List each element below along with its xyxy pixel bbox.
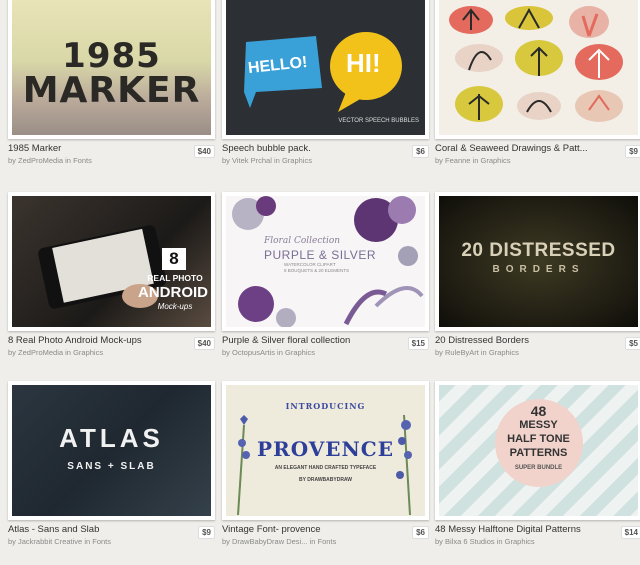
author-link[interactable]: RuleByArt (445, 348, 479, 357)
category-link[interactable]: Graphics (480, 156, 510, 165)
category-link[interactable]: Graphics (285, 348, 315, 357)
art-text: 8 (162, 248, 186, 270)
art-text: Floral Collection (264, 236, 341, 246)
art-text: 20 DISTRESSED (461, 240, 616, 261)
product-title[interactable]: Vintage Font- provence (222, 524, 321, 535)
art-text: INTRODUCING (285, 401, 366, 411)
by-prefix: by (8, 156, 19, 165)
price-badge: $40 (193, 337, 215, 350)
product-thumbnail[interactable]: INTRODUCING PROVENCE AN ELEGANT HAND CRA… (222, 381, 429, 520)
art-text: 5 BOUQUETS & 20 ELEMENTS (284, 268, 350, 273)
art-text: ANDROID (138, 284, 208, 301)
art-text: AN ELEGANT HAND CRAFTED TYPEFACE (274, 465, 377, 471)
art-text: 48 (530, 403, 547, 419)
product-meta: by ZedProMedia in Graphics (8, 348, 104, 357)
product-thumbnail[interactable]: Floral Collection PURPLE & SILVER WATERC… (222, 192, 429, 331)
author-link[interactable]: Vitek Prchal (232, 156, 272, 165)
category-link[interactable]: Fonts (73, 156, 92, 165)
art-text: REAL PHOTO (147, 273, 203, 283)
category-link[interactable]: Graphics (73, 348, 103, 357)
art-text: SUPER BUNDLE (514, 465, 563, 471)
product-title[interactable]: Atlas - Sans and Slab (8, 524, 99, 535)
product-title[interactable]: 48 Messy Halftone Digital Patterns (435, 524, 581, 535)
author-link[interactable]: Jackrabbit Creative (18, 537, 82, 546)
product-title[interactable]: 8 Real Photo Android Mock-ups (8, 335, 142, 346)
author-link[interactable]: OctopusArtis (232, 348, 275, 357)
price-badge: $6 (412, 526, 429, 539)
art-text: HI! (346, 48, 381, 78)
art-text: ATLAS (59, 423, 164, 453)
coral-drawings-art (449, 6, 623, 122)
art-text: MARKER (22, 70, 201, 111)
product-meta: by Jackrabbit Creative in Fonts (8, 537, 112, 546)
product-title[interactable]: Speech bubble pack. (222, 143, 311, 154)
art-text: MESSY (519, 419, 558, 431)
category-link[interactable]: Graphics (489, 348, 519, 357)
art-text: HALF TONE (507, 433, 570, 445)
price-badge: $15 (407, 337, 429, 350)
product-title[interactable]: Purple & Silver floral collection (222, 335, 350, 346)
price-badge: $5 (625, 337, 640, 350)
product-meta: by RuleByArt in Graphics (435, 348, 519, 357)
author-link[interactable]: ZedProMedia (18, 348, 63, 357)
price-badge: $6 (412, 145, 429, 158)
art-text: PROVENCE (257, 437, 394, 461)
product-title[interactable]: 1985 Marker (8, 143, 61, 154)
product-thumbnail[interactable]: 1985 MARKER (8, 0, 215, 139)
art-text: VECTOR SPEECH BUBBLES (338, 118, 419, 124)
category-link[interactable]: Fonts (92, 537, 111, 546)
product-title[interactable]: 20 Distressed Borders (435, 335, 529, 346)
product-meta: by ZedProMedia in Fonts (8, 156, 92, 165)
product-thumbnail[interactable] (435, 0, 640, 139)
product-meta: by OctopusArtis in Graphics (222, 348, 315, 357)
price-badge: $40 (193, 145, 215, 158)
product-meta: by DrawBabyDraw Desi... in Fonts (222, 537, 337, 546)
price-badge: $9 (198, 526, 215, 539)
product-thumbnail[interactable]: 8 REAL PHOTO ANDROID Mock-ups (8, 192, 215, 331)
author-link[interactable]: ZedProMedia (18, 156, 63, 165)
author-link[interactable]: DrawBabyDraw Desi... (232, 537, 307, 546)
category-link[interactable]: Graphics (505, 537, 535, 546)
art-text: PURPLE & SILVER (264, 248, 376, 262)
product-meta: by Feanne in Graphics (435, 156, 511, 165)
product-thumbnail[interactable]: HELLO! HI! VECTOR SPEECH BUBBLES (222, 0, 429, 139)
product-thumbnail[interactable]: 20 DISTRESSED BORDERS (435, 192, 640, 331)
category-link[interactable]: Fonts (317, 537, 336, 546)
product-meta: by Vitek Prchal in Graphics (222, 156, 312, 165)
art-text: BY DRAWBABYDRAW (299, 477, 352, 483)
art-text: BORDERS (492, 264, 585, 275)
art-text: Mock-ups (157, 302, 193, 311)
author-link[interactable]: Bilxa 6 Studios (445, 537, 495, 546)
author-link[interactable]: Feanne (445, 156, 470, 165)
art-text: PATTERNS (509, 447, 568, 459)
art-text: WATERCOLOR CLIPART (284, 262, 336, 267)
product-meta: by Bilxa 6 Studios in Graphics (435, 537, 535, 546)
art-text: SANS + SLAB (67, 461, 156, 472)
product-title[interactable]: Coral & Seaweed Drawings & Patt... (435, 143, 588, 154)
product-thumbnail[interactable]: 48 MESSY HALF TONE PATTERNS SUPER BUNDLE (435, 381, 640, 520)
category-link[interactable]: Graphics (282, 156, 312, 165)
product-thumbnail[interactable]: ATLAS SANS + SLAB (8, 381, 215, 520)
price-badge: $14 (620, 526, 640, 539)
price-badge: $9 (625, 145, 640, 158)
